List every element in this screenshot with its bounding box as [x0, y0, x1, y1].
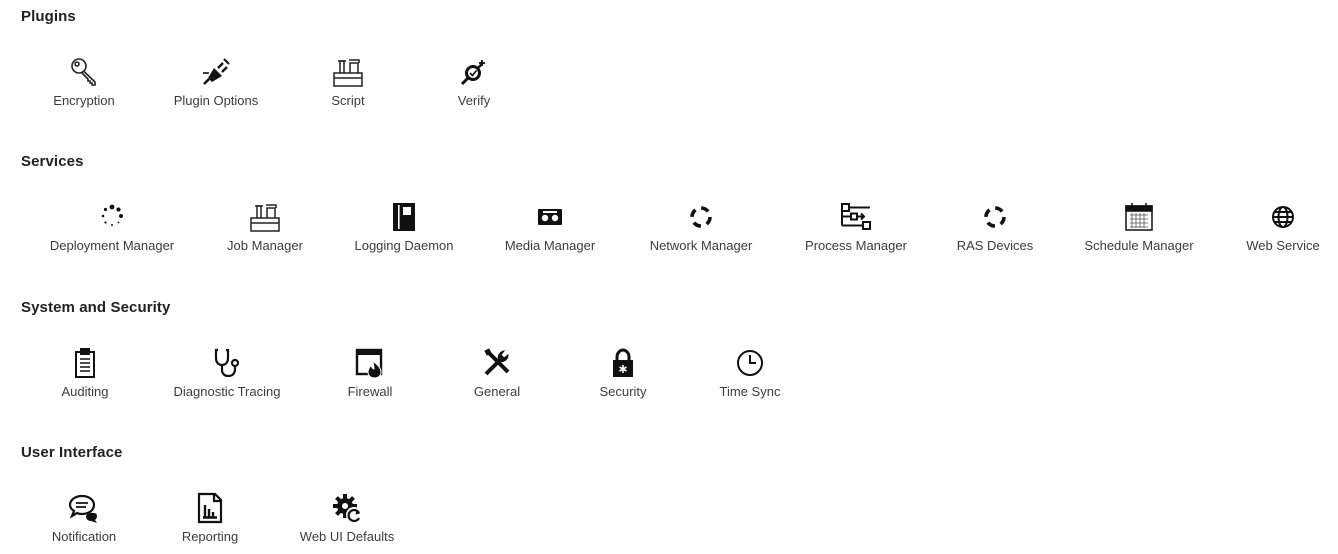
tile-label: Logging Daemon	[354, 238, 454, 253]
toolbox-icon	[249, 201, 281, 233]
tile-process-manager[interactable]: Process Manager	[781, 201, 931, 263]
tile-web-service[interactable]: Web Service	[1208, 201, 1338, 263]
tile-network-manager[interactable]: Network Manager	[626, 201, 776, 263]
tile-schedule-manager[interactable]: Schedule Manager	[1064, 201, 1214, 263]
clipboard-icon	[69, 347, 101, 379]
section-title-plugins: Plugins	[21, 8, 76, 25]
gear-icon	[331, 492, 363, 524]
tile-label: Reporting	[181, 529, 239, 544]
tile-verify[interactable]: Verify	[399, 56, 549, 118]
key-icon	[68, 56, 100, 88]
tile-ras-devices[interactable]: RAS Devices	[920, 201, 1070, 263]
section-title-system-and-security: System and Security	[21, 299, 171, 316]
tile-plugin-options[interactable]: Plugin Options	[141, 56, 291, 118]
tile-auditing[interactable]: Auditing	[10, 347, 160, 409]
tile-label: Deployment Manager	[49, 238, 175, 253]
chat-icon	[68, 492, 100, 524]
tile-diagnostic-tracing[interactable]: Diagnostic Tracing	[152, 347, 302, 409]
tile-label: Verify	[457, 93, 491, 108]
tile-job-manager[interactable]: Job Manager	[190, 201, 340, 263]
tile-reporting[interactable]: Reporting	[135, 492, 285, 554]
tile-time-sync[interactable]: Time Sync	[675, 347, 825, 409]
globe-icon	[1267, 201, 1299, 233]
tile-label: Time Sync	[719, 384, 781, 399]
tile-label: Plugin Options	[173, 93, 259, 108]
section-title-services: Services	[21, 153, 84, 170]
plug-icon	[200, 56, 232, 88]
stethoscope-icon	[211, 347, 243, 379]
tools-icon	[481, 347, 513, 379]
toolbox-icon	[332, 56, 364, 88]
calendar-icon	[1123, 201, 1155, 233]
tile-web-ui-defaults[interactable]: Web UI Defaults	[272, 492, 422, 554]
process-icon	[840, 201, 872, 233]
ring-icon	[979, 201, 1011, 233]
tile-media-manager[interactable]: Media Manager	[475, 201, 625, 263]
ring-icon	[685, 201, 717, 233]
tile-logging-daemon[interactable]: Logging Daemon	[329, 201, 479, 263]
section-title-user-interface: User Interface	[21, 444, 123, 461]
tile-label: Network Manager	[649, 238, 753, 253]
tile-label: RAS Devices	[956, 238, 1034, 253]
clock-icon	[734, 347, 766, 379]
tile-encryption[interactable]: Encryption	[9, 56, 159, 118]
tile-label: Job Manager	[227, 238, 303, 253]
cassette-icon	[534, 201, 566, 233]
tile-label: Schedule Manager	[1084, 238, 1194, 253]
verify-plug-icon	[458, 56, 490, 88]
firewall-icon	[354, 347, 386, 379]
tile-label: Media Manager	[504, 238, 596, 253]
tile-label: Web UI Defaults	[299, 529, 395, 544]
tile-label: Encryption	[53, 93, 115, 108]
tile-label: Auditing	[61, 384, 109, 399]
tile-label: Diagnostic Tracing	[173, 384, 281, 399]
tile-label: Web Service	[1246, 238, 1320, 253]
report-icon	[194, 492, 226, 524]
lock-icon	[607, 347, 639, 379]
spinner-icon	[96, 201, 128, 233]
tile-deployment-manager[interactable]: Deployment Manager	[37, 201, 187, 263]
book-icon	[388, 201, 420, 233]
tile-label: Process Manager	[805, 238, 907, 253]
